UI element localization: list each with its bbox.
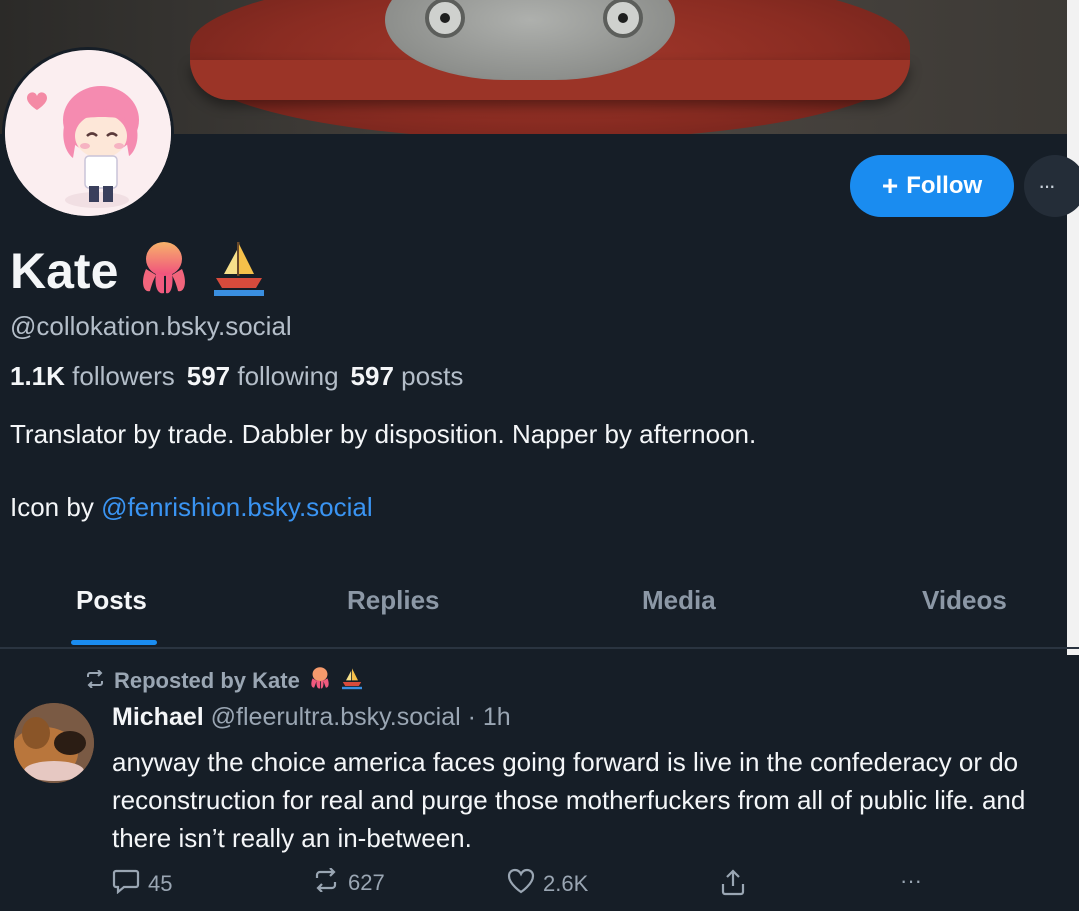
follow-button[interactable]: + Follow bbox=[850, 155, 1014, 217]
profile-bio: Translator by trade. Dabbler by disposit… bbox=[10, 419, 757, 449]
sailboat-emoji-small-icon bbox=[340, 666, 364, 696]
share-icon bbox=[720, 868, 746, 902]
following-count: 597 bbox=[186, 361, 231, 391]
reply-icon bbox=[112, 868, 140, 900]
tab-videos[interactable]: Videos bbox=[922, 585, 1007, 616]
post-author-name[interactable]: Michael bbox=[112, 703, 204, 731]
followers-count: 1.1K bbox=[10, 361, 65, 391]
heart-icon bbox=[507, 868, 535, 900]
more-options-button[interactable]: ··· bbox=[1024, 155, 1079, 217]
sailboat-emoji-icon bbox=[210, 238, 268, 303]
post-text[interactable]: anyway the choice america faces going fo… bbox=[112, 743, 1072, 857]
posts-label: posts bbox=[401, 361, 464, 391]
repost-icon bbox=[84, 668, 106, 694]
tab-media[interactable]: Media bbox=[642, 585, 716, 616]
post-author-avatar[interactable] bbox=[14, 703, 94, 783]
repost-button[interactable]: 627 bbox=[312, 867, 385, 898]
display-name-row: Kate bbox=[10, 238, 268, 303]
repost-action-icon bbox=[312, 867, 340, 898]
repost-indicator[interactable]: Reposted by Kate bbox=[84, 666, 364, 696]
avatar-illustration bbox=[5, 50, 171, 216]
followers-stat[interactable]: 1.1K followers bbox=[10, 361, 175, 392]
profile-tabs: Posts Replies Media Videos bbox=[0, 575, 1067, 645]
octopus-emoji-small-icon bbox=[308, 666, 332, 696]
tabs-divider bbox=[0, 647, 1079, 649]
icon-credit: Icon by @fenrishion.bsky.social bbox=[10, 492, 373, 523]
credit-prefix: Icon by bbox=[10, 492, 94, 522]
plus-icon: + bbox=[881, 170, 899, 201]
screen-edge bbox=[1067, 0, 1079, 655]
follow-label: Follow bbox=[906, 172, 983, 199]
repost-count: 627 bbox=[348, 870, 385, 895]
posts-stat: 597 posts bbox=[351, 361, 464, 392]
post-time[interactable]: 1h bbox=[483, 703, 511, 731]
profile-handle: @collokation.bsky.social bbox=[10, 311, 292, 341]
display-name: Kate bbox=[10, 242, 119, 299]
tab-replies[interactable]: Replies bbox=[347, 585, 440, 616]
like-button[interactable]: 2.6K bbox=[507, 868, 588, 900]
share-button[interactable] bbox=[720, 868, 746, 902]
post-author-handle[interactable]: @fleerultra.bsky.social bbox=[211, 703, 461, 731]
posts-count: 597 bbox=[350, 361, 394, 391]
following-label: following bbox=[237, 361, 339, 391]
credit-link[interactable]: @fenrishion.bsky.social bbox=[101, 492, 373, 522]
octopus-emoji-icon bbox=[136, 239, 192, 302]
profile-stats: 1.1K followers 597 following 597 posts bbox=[10, 361, 463, 392]
post-header: Michael @fleerultra.bsky.social · 1h bbox=[112, 703, 511, 732]
post-actions: 45 627 2.6K ··· bbox=[112, 867, 942, 904]
post-more-button[interactable]: ··· bbox=[900, 868, 922, 894]
like-count: 2.6K bbox=[543, 871, 589, 896]
reply-count: 45 bbox=[148, 871, 173, 896]
reply-button[interactable]: 45 bbox=[112, 868, 172, 900]
repost-label: Reposted by Kate bbox=[114, 668, 300, 693]
following-stat[interactable]: 597 following bbox=[187, 361, 339, 392]
followers-label: followers bbox=[72, 361, 175, 391]
tab-posts[interactable]: Posts bbox=[76, 585, 147, 616]
profile-avatar[interactable] bbox=[2, 47, 174, 219]
ellipsis-icon: ··· bbox=[1038, 173, 1056, 198]
ellipsis-icon: ··· bbox=[900, 868, 922, 893]
active-tab-indicator bbox=[71, 640, 157, 645]
meta-separator: · bbox=[467, 703, 476, 731]
